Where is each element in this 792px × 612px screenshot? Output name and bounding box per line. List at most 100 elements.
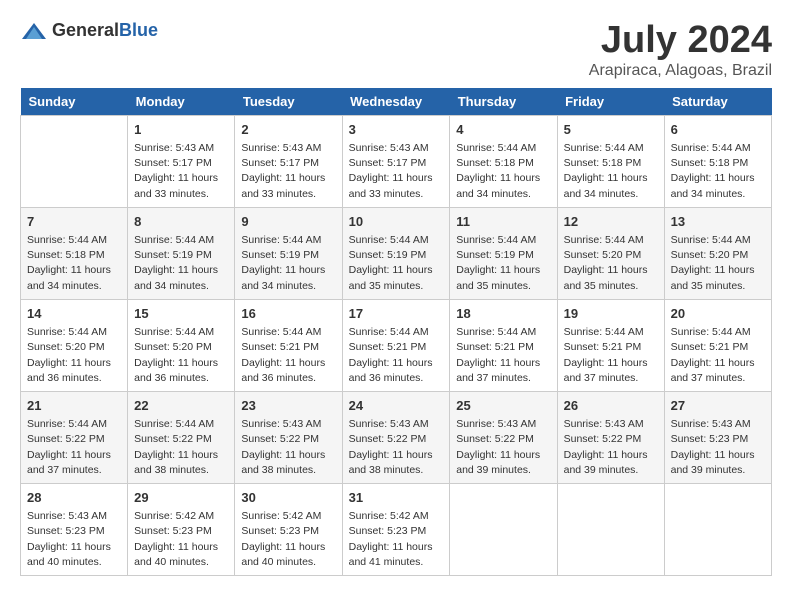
day-number: 1 [134, 121, 228, 139]
day-info: Sunrise: 5:44 AM Sunset: 5:18 PM Dayligh… [671, 141, 765, 202]
calendar-cell: 13 Sunrise: 5:44 AM Sunset: 5:20 PM Dayli… [664, 207, 771, 299]
calendar-cell: 3 Sunrise: 5:43 AM Sunset: 5:17 PM Daylig… [342, 115, 450, 207]
day-info: Sunrise: 5:44 AM Sunset: 5:18 PM Dayligh… [564, 141, 658, 202]
day-number: 7 [27, 213, 121, 231]
day-number: 16 [241, 305, 335, 323]
calendar-cell: 18 Sunrise: 5:44 AM Sunset: 5:21 PM Dayli… [450, 299, 557, 391]
header-sunday: Sunday [21, 88, 128, 116]
day-info: Sunrise: 5:44 AM Sunset: 5:19 PM Dayligh… [349, 233, 444, 294]
calendar-cell: 9 Sunrise: 5:44 AM Sunset: 5:19 PM Daylig… [235, 207, 342, 299]
calendar-week-1: 1 Sunrise: 5:43 AM Sunset: 5:17 PM Daylig… [21, 115, 772, 207]
day-info: Sunrise: 5:43 AM Sunset: 5:17 PM Dayligh… [134, 141, 228, 202]
logo-blue: Blue [119, 20, 158, 40]
calendar-cell [21, 115, 128, 207]
day-info: Sunrise: 5:44 AM Sunset: 5:19 PM Dayligh… [456, 233, 550, 294]
day-info: Sunrise: 5:44 AM Sunset: 5:20 PM Dayligh… [134, 325, 228, 386]
calendar-cell: 2Sunrise: 5:43 AM Sunset: 5:17 PM Daylig… [235, 115, 342, 207]
day-info: Sunrise: 5:43 AM Sunset: 5:23 PM Dayligh… [27, 509, 121, 570]
calendar-cell: 30 Sunrise: 5:42 AM Sunset: 5:23 PM Dayli… [235, 484, 342, 576]
calendar-header-row: SundayMondayTuesdayWednesdayThursdayFrid… [21, 88, 772, 116]
day-info: Sunrise: 5:43 AM Sunset: 5:22 PM Dayligh… [349, 417, 444, 478]
calendar-cell: 20 Sunrise: 5:44 AM Sunset: 5:21 PM Dayli… [664, 299, 771, 391]
day-number: 21 [27, 397, 121, 415]
day-number: 4 [456, 121, 550, 139]
header-tuesday: Tuesday [235, 88, 342, 116]
day-number: 29 [134, 489, 228, 507]
day-info: Sunrise: 5:43 AM Sunset: 5:22 PM Dayligh… [456, 417, 550, 478]
day-info: Sunrise: 5:44 AM Sunset: 5:21 PM Dayligh… [456, 325, 550, 386]
calendar-cell: 10 Sunrise: 5:44 AM Sunset: 5:19 PM Dayli… [342, 207, 450, 299]
day-info: Sunrise: 5:44 AM Sunset: 5:21 PM Dayligh… [349, 325, 444, 386]
day-info: Sunrise: 5:44 AM Sunset: 5:20 PM Dayligh… [564, 233, 658, 294]
day-info: Sunrise: 5:43 AM Sunset: 5:22 PM Dayligh… [564, 417, 658, 478]
day-number: 8 [134, 213, 228, 231]
calendar-week-5: 28 Sunrise: 5:43 AM Sunset: 5:23 PM Dayli… [21, 484, 772, 576]
header-thursday: Thursday [450, 88, 557, 116]
day-number: 30 [241, 489, 335, 507]
calendar-cell: 6Sunrise: 5:44 AM Sunset: 5:18 PM Daylig… [664, 115, 771, 207]
day-info: Sunrise: 5:44 AM Sunset: 5:20 PM Dayligh… [27, 325, 121, 386]
calendar-cell: 7 Sunrise: 5:44 AM Sunset: 5:18 PM Daylig… [21, 207, 128, 299]
day-info: Sunrise: 5:44 AM Sunset: 5:18 PM Dayligh… [456, 141, 550, 202]
calendar-cell: 12 Sunrise: 5:44 AM Sunset: 5:20 PM Dayli… [557, 207, 664, 299]
calendar-table: SundayMondayTuesdayWednesdayThursdayFrid… [20, 88, 772, 576]
day-info: Sunrise: 5:44 AM Sunset: 5:21 PM Dayligh… [241, 325, 335, 386]
location-subtitle: Arapiraca, Alagoas, Brazil [589, 62, 772, 80]
month-title: July 2024 [589, 20, 772, 62]
day-number: 13 [671, 213, 765, 231]
day-info: Sunrise: 5:43 AM Sunset: 5:22 PM Dayligh… [241, 417, 335, 478]
calendar-week-4: 21 Sunrise: 5:44 AM Sunset: 5:22 PM Dayli… [21, 391, 772, 483]
day-info: Sunrise: 5:42 AM Sunset: 5:23 PM Dayligh… [134, 509, 228, 570]
calendar-cell: 25 Sunrise: 5:43 AM Sunset: 5:22 PM Dayli… [450, 391, 557, 483]
logo: GeneralBlue [20, 20, 158, 41]
day-number: 26 [564, 397, 658, 415]
day-number: 5 [564, 121, 658, 139]
day-info: Sunrise: 5:43 AM Sunset: 5:23 PM Dayligh… [671, 417, 765, 478]
day-number: 25 [456, 397, 550, 415]
day-number: 9 [241, 213, 335, 231]
calendar-cell: 21 Sunrise: 5:44 AM Sunset: 5:22 PM Dayli… [21, 391, 128, 483]
calendar-cell: 26 Sunrise: 5:43 AM Sunset: 5:22 PM Dayli… [557, 391, 664, 483]
header-monday: Monday [128, 88, 235, 116]
day-number: 15 [134, 305, 228, 323]
title-block: July 2024 Arapiraca, Alagoas, Brazil [589, 20, 772, 80]
calendar-cell: 29 Sunrise: 5:42 AM Sunset: 5:23 PM Dayli… [128, 484, 235, 576]
day-info: Sunrise: 5:44 AM Sunset: 5:21 PM Dayligh… [671, 325, 765, 386]
day-info: Sunrise: 5:44 AM Sunset: 5:19 PM Dayligh… [241, 233, 335, 294]
logo-icon [20, 21, 48, 41]
calendar-cell: 19Sunrise: 5:44 AM Sunset: 5:21 PM Dayli… [557, 299, 664, 391]
day-info: Sunrise: 5:43 AM Sunset: 5:17 PM Dayligh… [349, 141, 444, 202]
day-number: 12 [564, 213, 658, 231]
day-number: 22 [134, 397, 228, 415]
day-info: Sunrise: 5:44 AM Sunset: 5:22 PM Dayligh… [27, 417, 121, 478]
calendar-cell: 5 Sunrise: 5:44 AM Sunset: 5:18 PM Daylig… [557, 115, 664, 207]
calendar-cell [557, 484, 664, 576]
day-number: 28 [27, 489, 121, 507]
calendar-cell: 11Sunrise: 5:44 AM Sunset: 5:19 PM Dayli… [450, 207, 557, 299]
calendar-cell: 16 Sunrise: 5:44 AM Sunset: 5:21 PM Dayli… [235, 299, 342, 391]
calendar-cell: 1 Sunrise: 5:43 AM Sunset: 5:17 PM Daylig… [128, 115, 235, 207]
day-number: 23 [241, 397, 335, 415]
day-info: Sunrise: 5:44 AM Sunset: 5:22 PM Dayligh… [134, 417, 228, 478]
day-number: 31 [349, 489, 444, 507]
day-number: 10 [349, 213, 444, 231]
logo-text: GeneralBlue [52, 20, 158, 41]
day-number: 27 [671, 397, 765, 415]
calendar-cell: 15 Sunrise: 5:44 AM Sunset: 5:20 PM Dayli… [128, 299, 235, 391]
day-number: 19 [564, 305, 658, 323]
day-number: 20 [671, 305, 765, 323]
day-info: Sunrise: 5:42 AM Sunset: 5:23 PM Dayligh… [241, 509, 335, 570]
day-number: 24 [349, 397, 444, 415]
calendar-cell: 4 Sunrise: 5:44 AM Sunset: 5:18 PM Daylig… [450, 115, 557, 207]
calendar-cell: 8Sunrise: 5:44 AM Sunset: 5:19 PM Daylig… [128, 207, 235, 299]
calendar-cell: 27 Sunrise: 5:43 AM Sunset: 5:23 PM Dayli… [664, 391, 771, 483]
calendar-cell: 17 Sunrise: 5:44 AM Sunset: 5:21 PM Dayli… [342, 299, 450, 391]
day-number: 18 [456, 305, 550, 323]
calendar-cell: 24 Sunrise: 5:43 AM Sunset: 5:22 PM Dayli… [342, 391, 450, 483]
calendar-cell: 28 Sunrise: 5:43 AM Sunset: 5:23 PM Dayli… [21, 484, 128, 576]
day-number: 17 [349, 305, 444, 323]
header-friday: Friday [557, 88, 664, 116]
day-info: Sunrise: 5:44 AM Sunset: 5:20 PM Dayligh… [671, 233, 765, 294]
day-number: 3 [349, 121, 444, 139]
day-info: Sunrise: 5:44 AM Sunset: 5:18 PM Dayligh… [27, 233, 121, 294]
